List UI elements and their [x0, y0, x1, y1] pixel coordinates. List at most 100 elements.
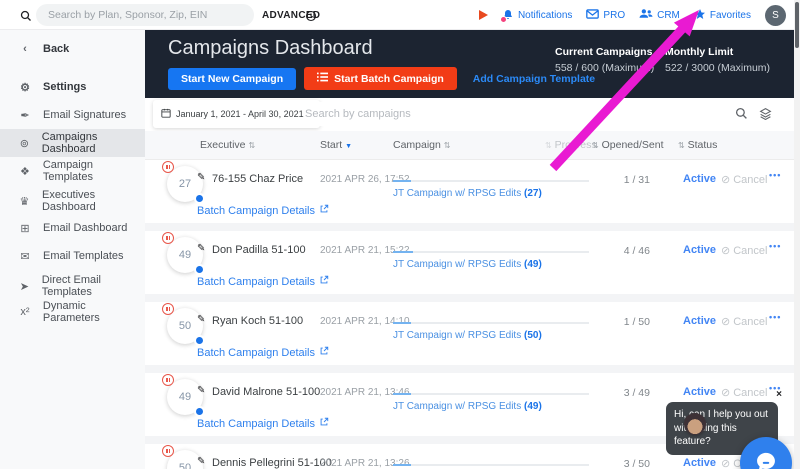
cancel-icon: ⊘ — [721, 386, 730, 399]
column-progress[interactable]: ⇅ Progress — [545, 139, 597, 151]
status-active-link[interactable]: Active — [683, 244, 716, 256]
search-icon[interactable] — [735, 107, 748, 125]
nav-pro[interactable]: PRO — [586, 9, 625, 22]
stat-value: 558 / 600 (Maximum) — [555, 62, 654, 74]
batch-campaign-details-link[interactable]: Batch Campaign Details — [197, 204, 329, 217]
online-dot — [194, 406, 205, 417]
page-scrollbar[interactable] — [794, 0, 800, 469]
column-status[interactable]: ⇅ Status — [678, 139, 717, 151]
progress-bar — [393, 251, 589, 253]
sidebar-item-settings[interactable]: ⚙ Settings — [0, 73, 145, 101]
campaigns-dashboard-icon: ⊚ — [17, 137, 32, 150]
external-link-icon — [319, 275, 329, 288]
more-actions-button[interactable]: ••• — [769, 312, 781, 322]
sidebar-item-direct-email-templates[interactable]: ➤ Direct Email Templates — [0, 272, 145, 300]
sidebar-item-email-templates[interactable]: ✉ Email Templates — [0, 242, 145, 270]
sidebar-item-campaign-templates[interactable]: ❖ Campaign Templates — [0, 157, 145, 185]
page-title: Campaigns Dashboard — [168, 37, 373, 60]
envelope-icon — [586, 9, 599, 22]
monthly-limit-stat: Monthly Limit 522 / 3000 (Maximum) — [665, 46, 770, 74]
user-avatar[interactable]: S — [765, 5, 786, 26]
global-search-input[interactable] — [36, 4, 254, 26]
status-active-link[interactable]: Active — [683, 457, 716, 469]
nav-crm-label: CRM — [657, 10, 680, 21]
sidebar-item-label: Back — [43, 43, 69, 55]
executive-name[interactable]: David Malrone 51-100 — [212, 386, 320, 398]
executive-name[interactable]: Dennis Pellegrini 51-100 — [212, 457, 332, 469]
add-campaign-template-link[interactable]: Add Campaign Template — [473, 73, 595, 85]
current-campaigns-stat: Current Campaigns 558 / 600 (Maximum) — [555, 46, 654, 74]
column-opened-sent[interactable]: ⇅ Opened/Sent — [592, 139, 664, 151]
play-icon[interactable] — [479, 10, 488, 20]
sidebar-item-back[interactable]: ‹ Back — [0, 35, 145, 63]
sidebar-item-label: Email Signatures — [43, 109, 126, 121]
paused-badge-icon — [162, 232, 174, 244]
sidebar-item-label: Email Dashboard — [43, 222, 127, 234]
edit-pencil-icon[interactable]: ✎ — [197, 172, 205, 183]
executive-name[interactable]: Don Padilla 51-100 — [212, 244, 306, 256]
more-actions-button[interactable]: ••• — [769, 241, 781, 251]
sidebar-item-dynamic-parameters[interactable]: x² Dynamic Parameters — [0, 298, 145, 326]
chat-tooltip-close[interactable]: × — [776, 389, 782, 400]
paused-badge-icon — [162, 374, 174, 386]
sidebar-item-campaigns-dashboard[interactable]: ⊚ Campaigns Dashboard — [0, 129, 145, 157]
online-dot — [194, 193, 205, 204]
sidebar-item-email-dashboard[interactable]: ⊞ Email Dashboard — [0, 214, 145, 242]
edit-pencil-icon[interactable]: ✎ — [197, 243, 205, 254]
stat-label: Current Campaigns — [555, 46, 654, 58]
sidebar-item-label: Campaign Templates — [43, 159, 145, 183]
sort-icon: ⇅ — [592, 141, 599, 150]
campaign-link[interactable]: JT Campaign w/ RPSG Edits (50) — [393, 330, 542, 341]
search-icon[interactable] — [20, 9, 32, 27]
progress-bar — [393, 322, 589, 324]
nav-notifications-label: Notifications — [518, 10, 572, 21]
layers-filter-icon[interactable] — [759, 107, 772, 125]
support-agent-avatar — [684, 413, 706, 435]
progress-bar — [393, 464, 589, 466]
batch-campaign-details-link[interactable]: Batch Campaign Details — [197, 275, 329, 288]
cancel-button[interactable]: ⊘Cancel — [721, 173, 767, 186]
cancel-button[interactable]: ⊘Cancel — [721, 315, 767, 328]
batch-campaign-details-link[interactable]: Batch Campaign Details — [197, 346, 329, 359]
sidebar-item-executives-dashboard[interactable]: ♛ Executives Dashboard — [0, 187, 145, 215]
nav-favorites[interactable]: Favorites — [694, 8, 751, 23]
batch-campaign-details-link[interactable]: Batch Campaign Details — [197, 417, 329, 430]
column-executive[interactable]: Executive ⇅ — [200, 139, 255, 151]
start-new-campaign-button[interactable]: Start New Campaign — [168, 68, 296, 90]
cancel-button[interactable]: ⊘Cancel — [721, 386, 767, 399]
column-campaign[interactable]: Campaign ⇅ — [393, 139, 451, 151]
sort-icon: ⇅ — [678, 141, 685, 150]
campaign-link[interactable]: JT Campaign w/ RPSG Edits (49) — [393, 259, 542, 270]
campaign-link[interactable]: JT Campaign w/ RPSG Edits (49) — [393, 401, 542, 412]
template-icon: ❖ — [17, 165, 33, 178]
column-start[interactable]: Start ▼ — [320, 139, 352, 151]
cancel-button[interactable]: ⊘Cancel — [721, 244, 767, 257]
edit-pencil-icon[interactable]: ✎ — [197, 314, 205, 325]
crown-icon: ♛ — [17, 195, 32, 208]
date-range-picker[interactable]: January 1, 2021 - April 30, 2021 ▾ — [153, 100, 320, 128]
date-range-label: January 1, 2021 - April 30, 2021 — [176, 109, 304, 119]
edit-pencil-icon[interactable]: ✎ — [197, 456, 205, 467]
topbar: ADVANCED Notifications PRO CRM — [0, 0, 800, 30]
history-icon[interactable] — [305, 9, 317, 27]
progress-bar — [393, 393, 589, 395]
paused-badge-icon — [162, 303, 174, 315]
scrollbar-thumb[interactable] — [795, 2, 799, 48]
campaign-search-input[interactable] — [305, 102, 705, 126]
status-active-link[interactable]: Active — [683, 386, 716, 398]
chat-bubble-icon — [753, 448, 779, 469]
nav-notifications[interactable]: Notifications — [502, 9, 572, 21]
sidebar-item-email-signatures[interactable]: ✒ Email Signatures — [0, 101, 145, 129]
nav-crm[interactable]: CRM — [639, 8, 680, 22]
edit-pencil-icon[interactable]: ✎ — [197, 385, 205, 396]
campaign-link[interactable]: JT Campaign w/ RPSG Edits (27) — [393, 188, 542, 199]
executive-name[interactable]: Ryan Koch 51-100 — [212, 315, 303, 327]
status-active-link[interactable]: Active — [683, 315, 716, 327]
status-active-link[interactable]: Active — [683, 173, 716, 185]
more-actions-button[interactable]: ••• — [769, 170, 781, 180]
executive-name[interactable]: 76-155 Chaz Price — [212, 173, 303, 185]
back-icon: ‹ — [17, 43, 33, 55]
start-batch-campaign-button[interactable]: Start Batch Campaign — [304, 67, 457, 90]
sidebar-item-label: Executives Dashboard — [42, 189, 145, 213]
external-link-icon — [319, 346, 329, 359]
